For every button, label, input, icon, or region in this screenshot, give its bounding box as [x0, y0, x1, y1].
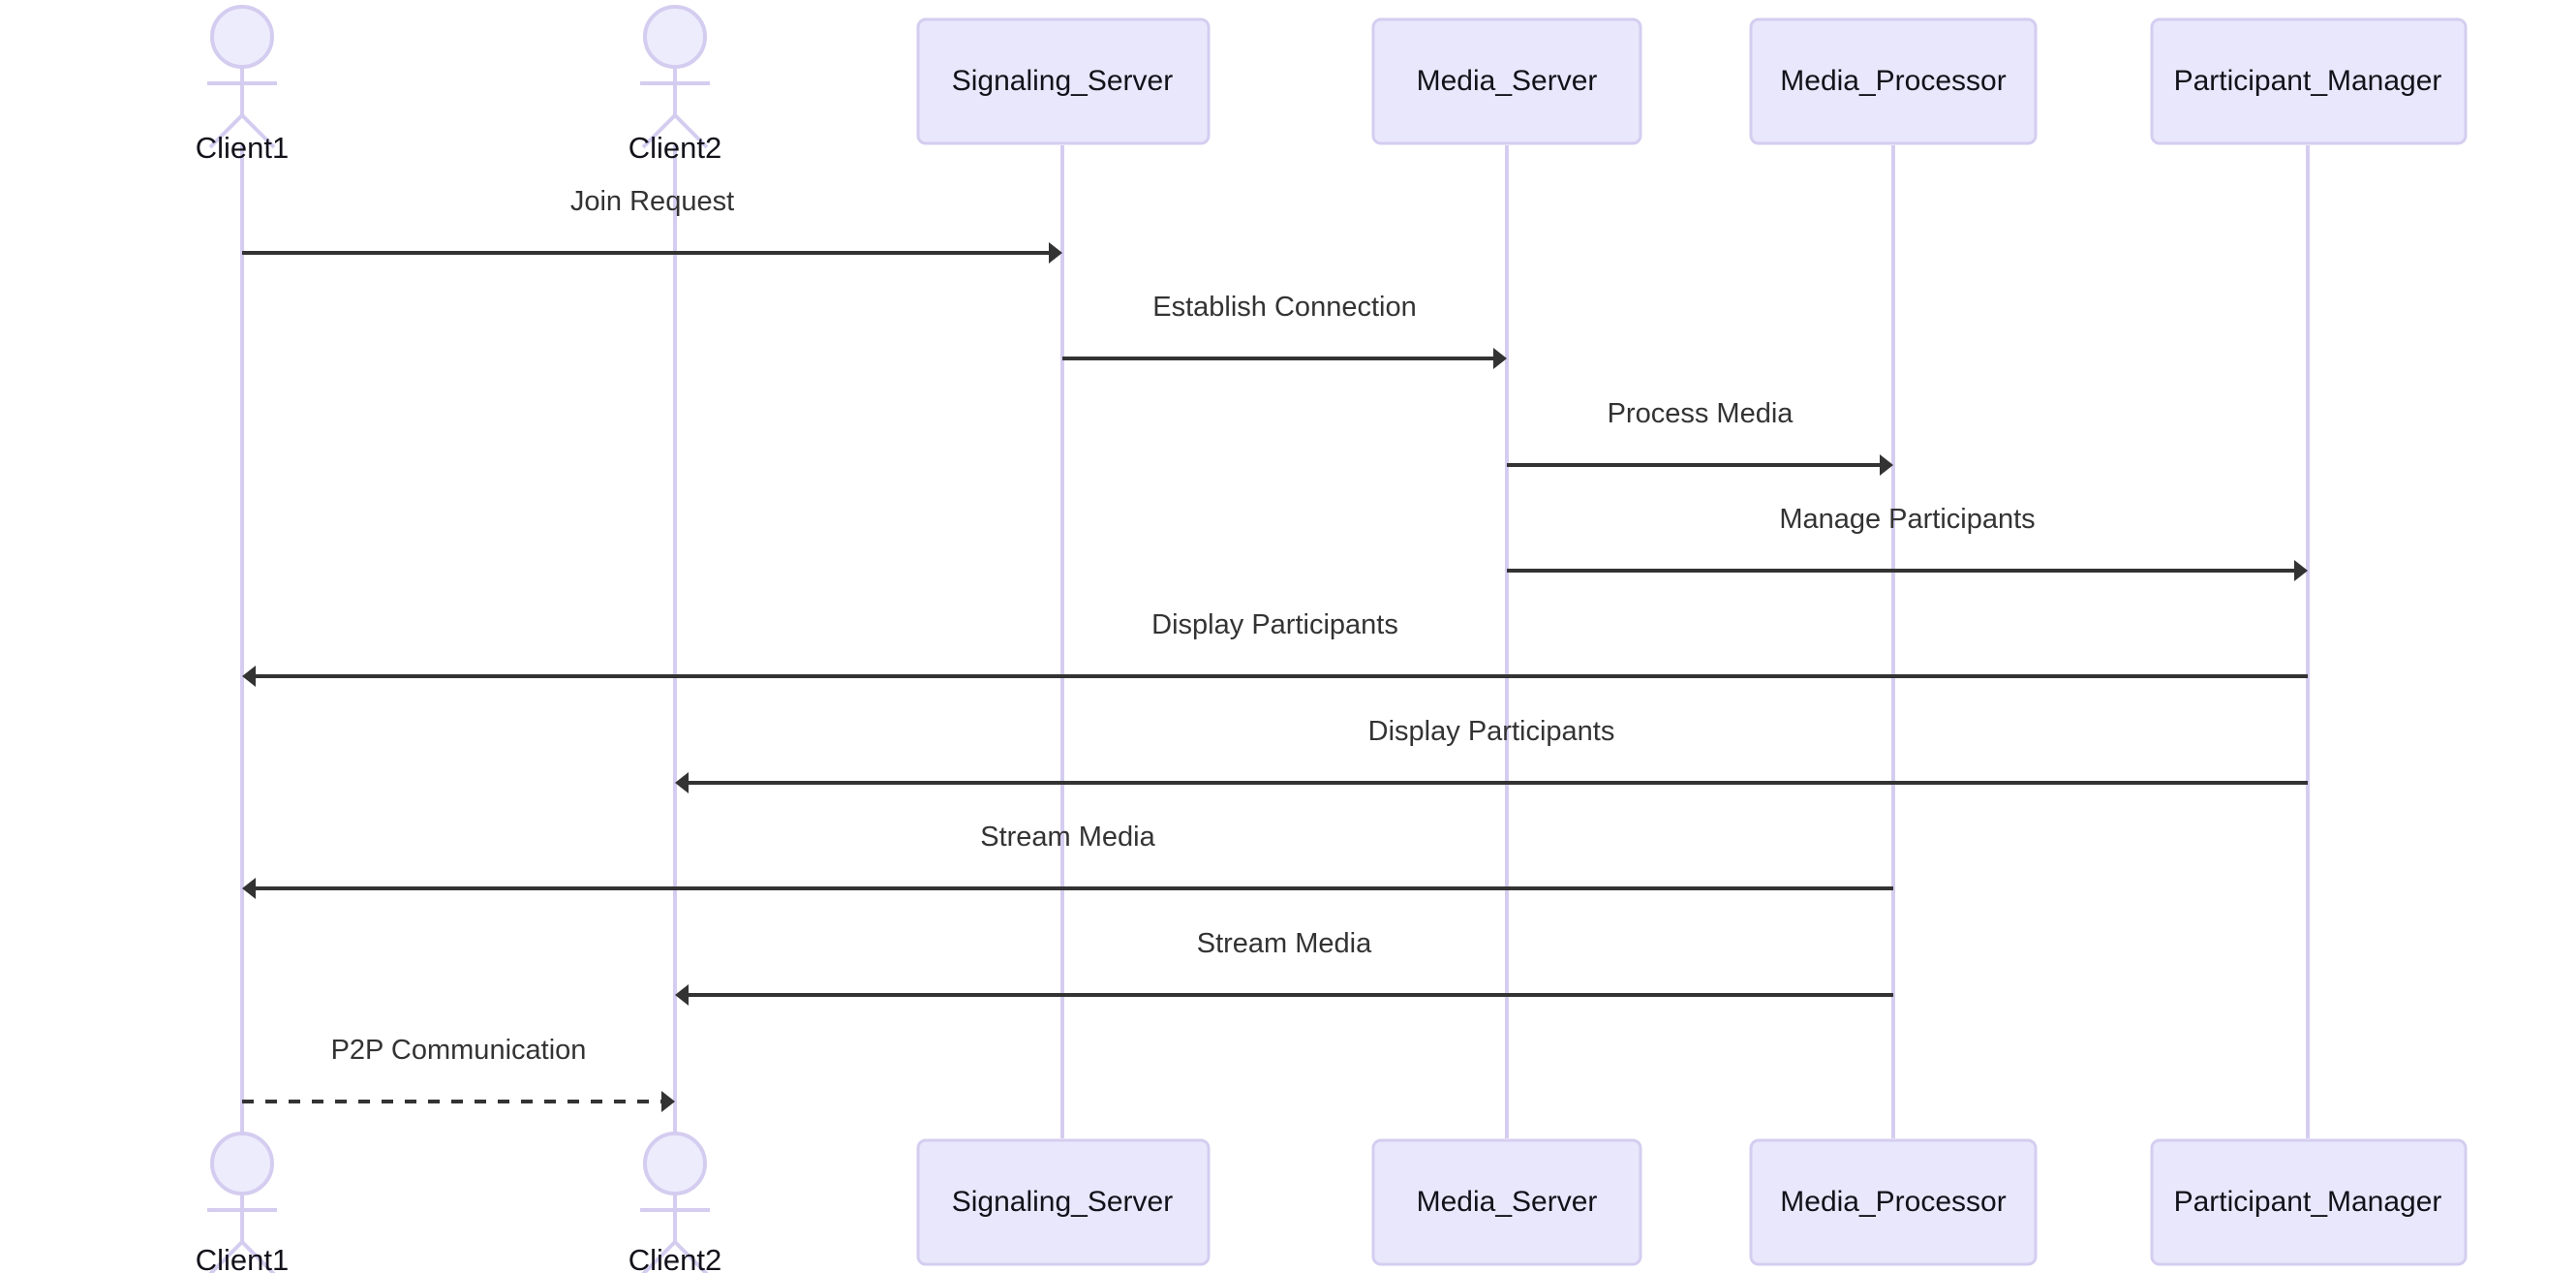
message-6[interactable]: Display Participants	[675, 716, 2308, 793]
participant-media_server-top[interactable]: Media_Server	[1371, 17, 1642, 145]
message-label: Display Participants	[1151, 609, 1398, 640]
actor-head-icon	[210, 1132, 274, 1195]
participant-media_processor-top[interactable]: Media_Processor	[1749, 17, 2038, 145]
actor-client2-top[interactable]: Client2	[629, 5, 722, 165]
participant-label: Signaling_Server	[952, 1186, 1173, 1218]
message-arrowhead-icon	[1493, 348, 1507, 369]
participant-label: Media_Processor	[1780, 65, 2006, 97]
message-1[interactable]: Join Request	[242, 186, 1062, 264]
participant-label: Participant_Manager	[2174, 65, 2442, 97]
participant-label: Media_Server	[1417, 65, 1598, 97]
sequence-diagram-canvas: Client1 Client1 Client2 Client2 Signaling_Se…	[0, 0, 2576, 1273]
participant-label: Media_Server	[1417, 1186, 1598, 1218]
sequence-diagram-svg: Client1 Client1 Client2 Client2 Signaling_Se…	[196, 5, 2468, 1273]
message-arrowhead-icon	[661, 1091, 675, 1112]
participant-participant_manager-bottom[interactable]: Participant_Manager	[2150, 1138, 2468, 1266]
participant-participant_manager-top[interactable]: Participant_Manager	[2150, 17, 2468, 145]
participant-media_server-bottom[interactable]: Media_Server	[1371, 1138, 1642, 1266]
actor-client2-bottom[interactable]: Client2	[629, 1132, 722, 1273]
actor-client1-top[interactable]: Client1	[196, 5, 290, 165]
message-arrowhead-icon	[242, 878, 256, 899]
actor-label: Client1	[196, 1243, 290, 1273]
participant-signaling_server-top[interactable]: Signaling_Server	[916, 17, 1211, 145]
message-arrowhead-icon	[1880, 454, 1893, 476]
message-label: P2P Communication	[331, 1035, 587, 1066]
messages-layer: Join Request Establish Connection Process …	[242, 186, 2308, 1112]
participant-media_processor-bottom[interactable]: Media_Processor	[1749, 1138, 2038, 1266]
message-label: Stream Media	[1197, 928, 1372, 959]
message-3[interactable]: Process Media	[1507, 398, 1893, 476]
actor-head-icon	[210, 5, 274, 69]
message-label: Process Media	[1608, 398, 1794, 429]
message-2[interactable]: Establish Connection	[1062, 292, 1507, 369]
participant-label: Media_Processor	[1780, 1186, 2006, 1218]
actor-label: Client1	[196, 131, 290, 165]
participant-label: Participant_Manager	[2174, 1186, 2442, 1218]
message-label: Establish Connection	[1152, 292, 1416, 323]
participant-label: Signaling_Server	[952, 65, 1173, 97]
message-7[interactable]: Stream Media	[242, 822, 1893, 899]
actor-label: Client2	[629, 131, 722, 165]
actor-head-icon	[643, 1132, 707, 1195]
message-label: Stream Media	[980, 822, 1155, 853]
message-arrowhead-icon	[242, 666, 256, 687]
message-5[interactable]: Display Participants	[242, 609, 2308, 687]
participant-signaling_server-bottom[interactable]: Signaling_Server	[916, 1138, 1211, 1266]
actor-head-icon	[643, 5, 707, 69]
message-arrowhead-icon	[675, 984, 689, 1006]
message-label: Manage Participants	[1779, 504, 2035, 535]
message-label: Display Participants	[1368, 716, 1615, 747]
message-4[interactable]: Manage Participants	[1507, 504, 2308, 581]
actor-label: Client2	[629, 1243, 722, 1273]
message-arrowhead-icon	[2294, 560, 2308, 581]
message-8[interactable]: Stream Media	[675, 928, 1893, 1006]
message-9[interactable]: P2P Communication	[242, 1035, 675, 1112]
actor-client1-bottom[interactable]: Client1	[196, 1132, 290, 1273]
message-label: Join Request	[570, 186, 734, 217]
message-arrowhead-icon	[1049, 242, 1062, 264]
message-arrowhead-icon	[675, 772, 689, 793]
